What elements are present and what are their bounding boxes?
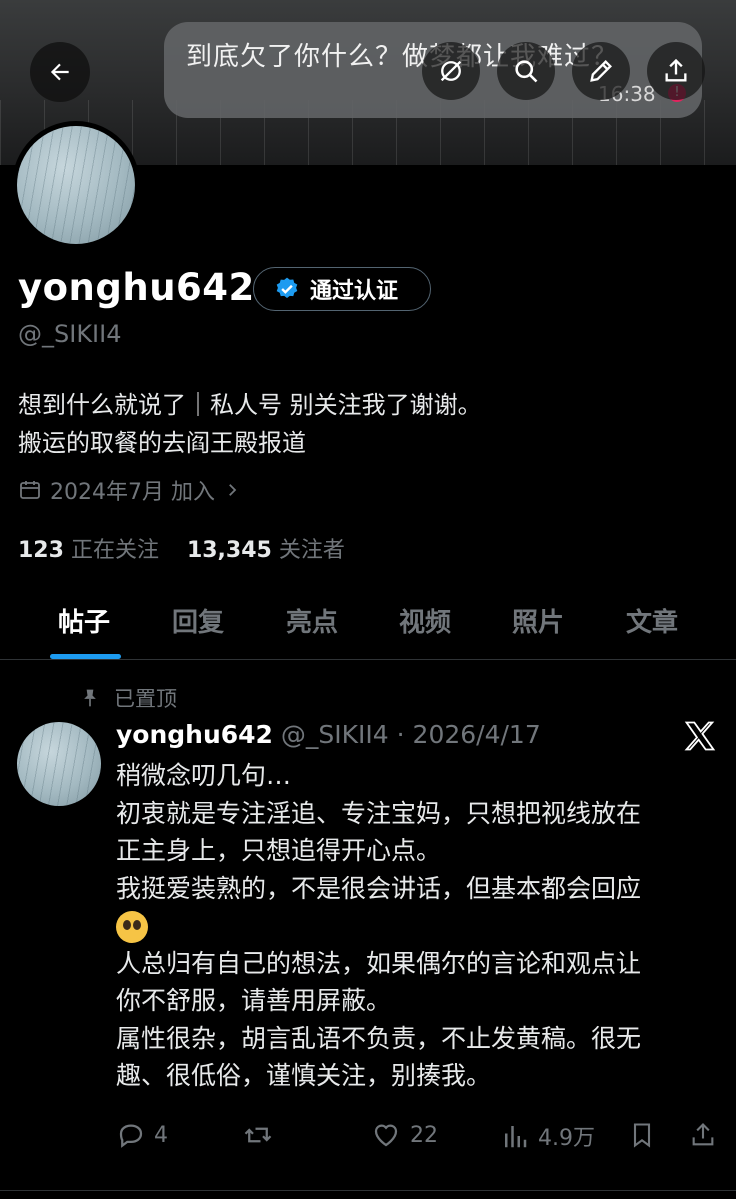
- verified-badge-button[interactable]: 通过认证: [253, 267, 431, 311]
- tab-photos[interactable]: 照片: [512, 602, 564, 639]
- analytics-icon: [505, 1126, 527, 1148]
- profile-display-name: yonghu642: [18, 266, 255, 309]
- followers-count: 13,345: [186, 538, 272, 563]
- joined-text: 2024年7月 加入: [50, 480, 215, 505]
- grok-button[interactable]: [422, 42, 480, 100]
- followers-link[interactable]: 13,345 关注者: [187, 538, 345, 563]
- post-line: 属性很杂，胡言乱语不负责，不止发黄稿。很无: [116, 1023, 642, 1053]
- joined-date[interactable]: 2024年7月 加入: [18, 474, 241, 506]
- back-button[interactable]: [30, 42, 90, 102]
- tab-articles[interactable]: 文章: [626, 602, 678, 639]
- reply-button[interactable]: 4: [116, 1120, 168, 1150]
- heart-icon: [374, 1124, 398, 1147]
- post-menu-button[interactable]: [682, 718, 718, 754]
- share-post-button[interactable]: [689, 1120, 717, 1150]
- arrow-left-icon: [50, 63, 69, 81]
- repost-button[interactable]: [241, 1120, 275, 1150]
- pinned-label: 已置顶: [114, 687, 177, 711]
- search-button[interactable]: [497, 42, 555, 100]
- avatar-texture: [17, 722, 101, 806]
- post-line: [116, 907, 716, 945]
- edit-button[interactable]: [572, 42, 630, 100]
- tabs-divider: [0, 659, 736, 660]
- grok-icon: [440, 60, 462, 82]
- like-button[interactable]: 22: [370, 1120, 438, 1150]
- post-author[interactable]: yonghu642: [116, 720, 273, 749]
- share-icon: [665, 58, 687, 82]
- verified-icon: [276, 277, 298, 298]
- post-avatar[interactable]: [17, 722, 101, 806]
- profile-handle: @_SIKII4: [18, 320, 122, 348]
- pin-icon: [84, 689, 96, 707]
- post-line: 初衷就是专注淫追、专注宝妈，只想把视线放在: [116, 798, 642, 828]
- bio-line-2: 搬运的取餐的去阎王殿报道: [18, 429, 306, 457]
- post-line: 我挺爱装熟的，不是很会讲话，但基本都会回应: [116, 873, 642, 903]
- follow-stats: 123 正在关注 13,345 关注者: [18, 532, 345, 564]
- share-profile-button[interactable]: [647, 42, 705, 100]
- like-count: 22: [410, 1122, 438, 1148]
- calendar-icon: [20, 481, 40, 499]
- pleading-face-emoji-icon: [116, 911, 148, 943]
- chevron-right-icon: [229, 484, 237, 496]
- tab-videos[interactable]: 视频: [399, 602, 451, 639]
- reply-icon: [119, 1124, 143, 1148]
- share-icon: [692, 1123, 714, 1146]
- reply-count: 4: [154, 1122, 168, 1148]
- post-line: 稍微念叨几句…: [116, 761, 292, 790]
- repost-icon: [244, 1127, 272, 1143]
- tab-highlights[interactable]: 亮点: [286, 602, 338, 639]
- post-divider: [0, 1190, 736, 1191]
- post-line: 趣、很低俗，谨慎关注，别揍我。: [116, 1061, 492, 1090]
- pencil-icon: [590, 60, 612, 82]
- verified-label: 通过认证: [310, 279, 399, 304]
- tab-posts[interactable]: 帖子: [58, 602, 110, 639]
- post-line: 你不舒服，请善用屏蔽。: [116, 986, 392, 1015]
- views-count: 4.9万: [538, 1126, 595, 1151]
- post-line: 人总归有自己的想法，如果偶尔的言论和观点让: [116, 948, 642, 978]
- bio-line-1: 想到什么就说了｜私人号 别关注我了谢谢。: [18, 391, 482, 419]
- x-logo-icon: [684, 721, 716, 751]
- avatar[interactable]: [17, 126, 135, 244]
- post-line: 正主身上，只想追得开心点。: [116, 836, 442, 865]
- views-button[interactable]: 4.9万: [500, 1120, 595, 1152]
- following-label: 正在关注: [70, 538, 159, 563]
- post-header: yonghu642 @_SIKII4 · 2026/4/17: [116, 720, 541, 749]
- search-icon: [515, 60, 538, 83]
- bookmark-button[interactable]: [628, 1120, 656, 1150]
- bookmark-icon: [633, 1123, 651, 1148]
- post-meta: @_SIKII4 · 2026/4/17: [280, 720, 541, 749]
- pinned-indicator: 已置顶: [80, 683, 177, 713]
- following-count: 123: [18, 538, 64, 563]
- followers-label: 关注者: [278, 538, 345, 563]
- avatar-texture: [17, 126, 135, 244]
- tab-replies[interactable]: 回复: [172, 602, 224, 639]
- post-text: 稍微念叨几句… 初衷就是专注淫追、专注宝妈，只想把视线放在 正主身上，只想追得开…: [116, 757, 716, 1095]
- following-link[interactable]: 123 正在关注: [18, 538, 159, 563]
